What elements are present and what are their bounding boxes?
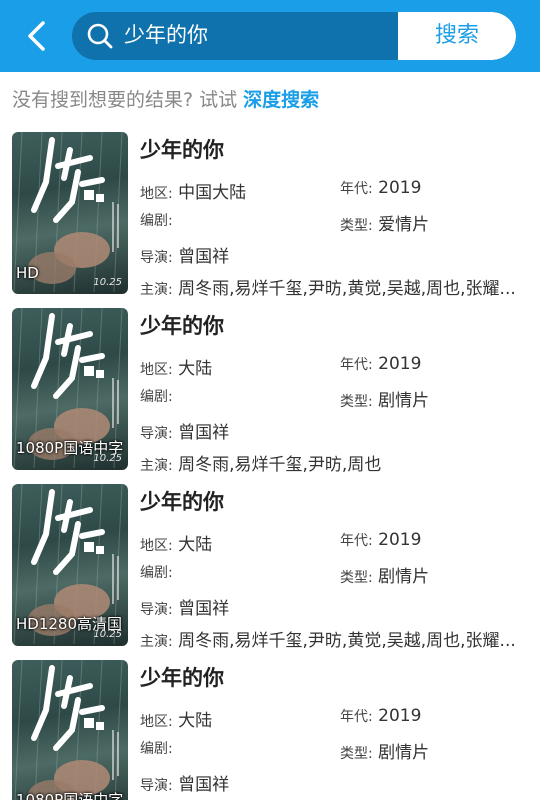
genre-value: 爱情片 [378, 215, 430, 235]
poster-date: 10.25 [93, 277, 122, 288]
search-input[interactable] [124, 12, 444, 60]
hint-text: 没有搜到想要的结果? 试试 [12, 89, 238, 111]
cast-label: 主演: [140, 634, 173, 650]
no-result-hint: 没有搜到想要的结果? 试试 深度搜索 [12, 86, 319, 114]
region-value: 大陆 [178, 711, 213, 731]
search-icon [87, 23, 113, 49]
region-field: 地区: 中国大陆 [140, 178, 246, 203]
movie-title[interactable]: 少年的你 [140, 134, 224, 164]
search-button[interactable]: 搜索 [398, 12, 516, 60]
writer-label: 编剧: [140, 741, 173, 757]
genre-value: 剧情片 [378, 743, 430, 763]
year-label: 年代: [340, 709, 373, 725]
cast-value: 周冬雨,易烊千玺,尹昉,黄觉,吴越,周也,张耀... [178, 631, 516, 651]
search-box[interactable]: 搜索 [72, 12, 516, 60]
region-value: 大陆 [178, 535, 213, 555]
writer-field: 编剧: [140, 738, 173, 758]
result-item[interactable]: 1080P国语中字 10.25 少年的你 地区: 大陆 年代: 2019 编剧:… [0, 308, 540, 484]
poster-artwork [14, 660, 123, 800]
movie-title[interactable]: 少年的你 [140, 662, 224, 692]
region-value: 大陆 [178, 359, 213, 379]
director-label: 导演: [140, 426, 173, 442]
region-label: 地区: [140, 186, 173, 202]
year-label: 年代: [340, 181, 373, 197]
genre-field: 类型: 爱情片 [340, 210, 429, 235]
region-label: 地区: [140, 538, 173, 554]
year-value: 2019 [378, 530, 422, 550]
movie-poster[interactable]: 1080P国语中字 10.25 [12, 660, 128, 800]
year-label: 年代: [340, 533, 373, 549]
cast-field: 主演: 周冬雨,易烊千玺,尹昉,黄觉,吴越,周也,张耀... [140, 626, 522, 651]
director-field: 导演: 曾国祥 [140, 594, 229, 619]
result-item[interactable]: HD1280高清国 10.25 少年的你 地区: 大陆 年代: 2019 编剧:… [0, 484, 540, 660]
movie-title[interactable]: 少年的你 [140, 486, 224, 516]
region-field: 地区: 大陆 [140, 706, 212, 731]
director-value: 曾国祥 [178, 423, 230, 443]
cast-label: 主演: [140, 282, 173, 298]
result-item[interactable]: 1080P国语中字 10.25 少年的你 地区: 大陆 年代: 2019 编剧:… [0, 660, 540, 800]
genre-field: 类型: 剧情片 [340, 386, 429, 411]
year-value: 2019 [378, 354, 422, 374]
director-field: 导演: 曾国祥 [140, 418, 229, 443]
movie-poster[interactable]: 1080P国语中字 10.25 [12, 308, 128, 470]
region-label: 地区: [140, 714, 173, 730]
region-label: 地区: [140, 362, 173, 378]
year-field: 年代: 2019 [340, 178, 421, 198]
director-value: 曾国祥 [178, 247, 230, 267]
genre-label: 类型: [340, 218, 373, 234]
director-field: 导演: 曾国祥 [140, 770, 229, 795]
region-field: 地区: 大陆 [140, 354, 212, 379]
director-label: 导演: [140, 602, 173, 618]
writer-field: 编剧: [140, 386, 173, 406]
poster-date: 10.25 [93, 629, 122, 640]
back-button[interactable] [18, 16, 58, 56]
genre-label: 类型: [340, 570, 373, 586]
quality-badge: 1080P国语中字 [16, 791, 124, 800]
region-value: 中国大陆 [178, 183, 247, 203]
director-label: 导演: [140, 250, 173, 266]
genre-value: 剧情片 [378, 567, 430, 587]
genre-label: 类型: [340, 394, 373, 410]
result-list: HD 10.25 少年的你 地区: 中国大陆 年代: 2019 编剧: 类型: … [0, 132, 540, 800]
year-field: 年代: 2019 [340, 354, 421, 374]
cast-value: 周冬雨,易烊千玺,尹昉,周也 [178, 455, 382, 475]
writer-label: 编剧: [140, 213, 173, 229]
director-label: 导演: [140, 778, 173, 794]
deep-search-link[interactable]: 深度搜索 [243, 89, 319, 111]
director-value: 曾国祥 [178, 599, 230, 619]
writer-field: 编剧: [140, 562, 173, 582]
region-field: 地区: 大陆 [140, 530, 212, 555]
result-item[interactable]: HD 10.25 少年的你 地区: 中国大陆 年代: 2019 编剧: 类型: … [0, 132, 540, 308]
movie-poster[interactable]: HD 10.25 [12, 132, 128, 294]
cast-field: 主演: 周冬雨,易烊千玺,尹昉,黄觉,吴越,周也,张耀... [140, 274, 522, 299]
movie-title[interactable]: 少年的你 [140, 310, 224, 340]
genre-field: 类型: 剧情片 [340, 738, 429, 763]
quality-badge: HD [16, 264, 39, 282]
genre-field: 类型: 剧情片 [340, 562, 429, 587]
genre-value: 剧情片 [378, 391, 430, 411]
chevron-left-icon [28, 21, 45, 51]
writer-label: 编剧: [140, 389, 173, 405]
poster-date: 10.25 [93, 453, 122, 464]
genre-label: 类型: [340, 746, 373, 762]
cast-label: 主演: [140, 458, 173, 474]
year-field: 年代: 2019 [340, 706, 421, 726]
top-bar: 搜索 [0, 0, 540, 72]
year-value: 2019 [378, 178, 422, 198]
director-value: 曾国祥 [178, 775, 230, 795]
writer-label: 编剧: [140, 565, 173, 581]
year-label: 年代: [340, 357, 373, 373]
cast-value: 周冬雨,易烊千玺,尹昉,黄觉,吴越,周也,张耀... [178, 279, 516, 299]
year-value: 2019 [378, 706, 422, 726]
movie-poster[interactable]: HD1280高清国 10.25 [12, 484, 128, 646]
cast-field: 主演: 周冬雨,易烊千玺,尹昉,周也 [140, 450, 522, 475]
writer-field: 编剧: [140, 210, 173, 230]
director-field: 导演: 曾国祥 [140, 242, 229, 267]
year-field: 年代: 2019 [340, 530, 421, 550]
